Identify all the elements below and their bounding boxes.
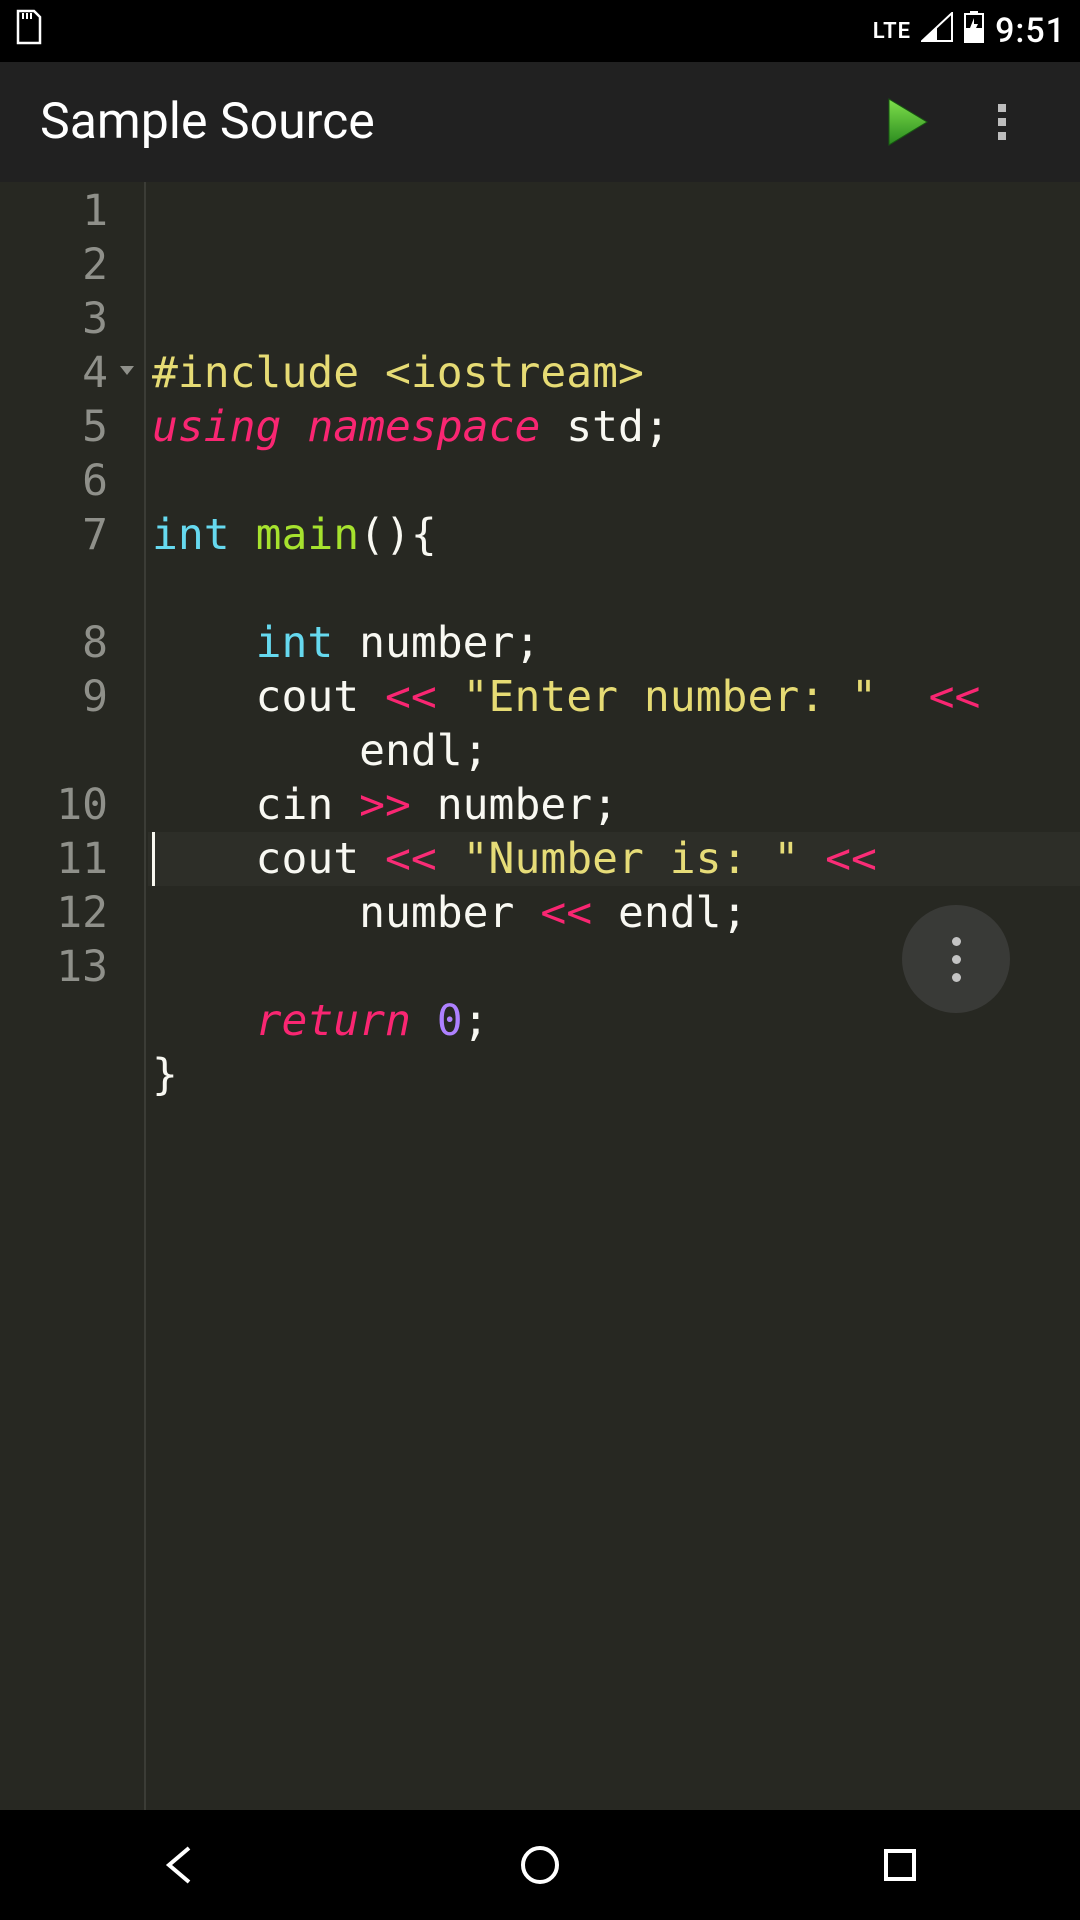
- clock-time: 9:51: [995, 11, 1066, 51]
- recents-button[interactable]: [860, 1825, 940, 1905]
- code-line[interactable]: using namespace std;: [152, 400, 1080, 454]
- battery-charging-icon: [963, 10, 985, 52]
- line-number: 2: [0, 238, 108, 292]
- recents-icon: [880, 1845, 920, 1885]
- code-line[interactable]: cin >> number;: [152, 778, 1080, 832]
- line-number: 5: [0, 400, 108, 454]
- code-line[interactable]: cout << "Enter number: " <<: [152, 670, 1080, 724]
- fold-marker-icon[interactable]: [120, 366, 134, 375]
- code-line[interactable]: #include <iostream>: [152, 346, 1080, 400]
- editor-fab-button[interactable]: [902, 905, 1010, 1013]
- signal-icon: [921, 12, 953, 50]
- home-icon: [518, 1843, 562, 1887]
- code-line[interactable]: [152, 1102, 1080, 1156]
- line-number: 6: [0, 454, 108, 508]
- home-button[interactable]: [500, 1825, 580, 1905]
- network-type-label: LTE: [873, 19, 911, 44]
- code-line[interactable]: int number;: [152, 616, 1080, 670]
- line-number: 7: [0, 508, 108, 562]
- overflow-menu-button[interactable]: [954, 74, 1050, 170]
- app-bar: Sample Source: [0, 62, 1080, 182]
- line-number: 13: [0, 940, 108, 994]
- play-icon: [879, 95, 933, 149]
- code-line[interactable]: endl;: [152, 724, 1080, 778]
- navigation-bar: [0, 1810, 1080, 1920]
- text-cursor: [152, 832, 155, 886]
- more-vert-icon: [981, 101, 1023, 143]
- status-bar: LTE 9:51: [0, 0, 1080, 62]
- line-number: 8: [0, 616, 108, 670]
- back-icon: [157, 1842, 203, 1888]
- line-number: 12: [0, 886, 108, 940]
- more-vert-icon: [952, 937, 961, 982]
- code-line[interactable]: }: [152, 1048, 1080, 1102]
- sd-card-icon: [14, 9, 44, 53]
- back-button[interactable]: [140, 1825, 220, 1905]
- code-line[interactable]: cout << "Number is: " <<: [152, 832, 1080, 886]
- line-number: 10: [0, 778, 108, 832]
- code-line[interactable]: [152, 562, 1080, 616]
- page-title: Sample Source: [40, 93, 858, 151]
- line-number: [0, 724, 108, 778]
- line-number: 9: [0, 670, 108, 724]
- line-number: 1: [0, 184, 108, 238]
- line-number: 11: [0, 832, 108, 886]
- line-number: 4: [0, 346, 108, 400]
- line-number: 3: [0, 292, 108, 346]
- code-line[interactable]: int main(){: [152, 508, 1080, 562]
- run-button[interactable]: [858, 74, 954, 170]
- line-number-gutter: 12345678910111213: [0, 182, 146, 1810]
- code-line[interactable]: [152, 454, 1080, 508]
- line-number: [0, 562, 108, 616]
